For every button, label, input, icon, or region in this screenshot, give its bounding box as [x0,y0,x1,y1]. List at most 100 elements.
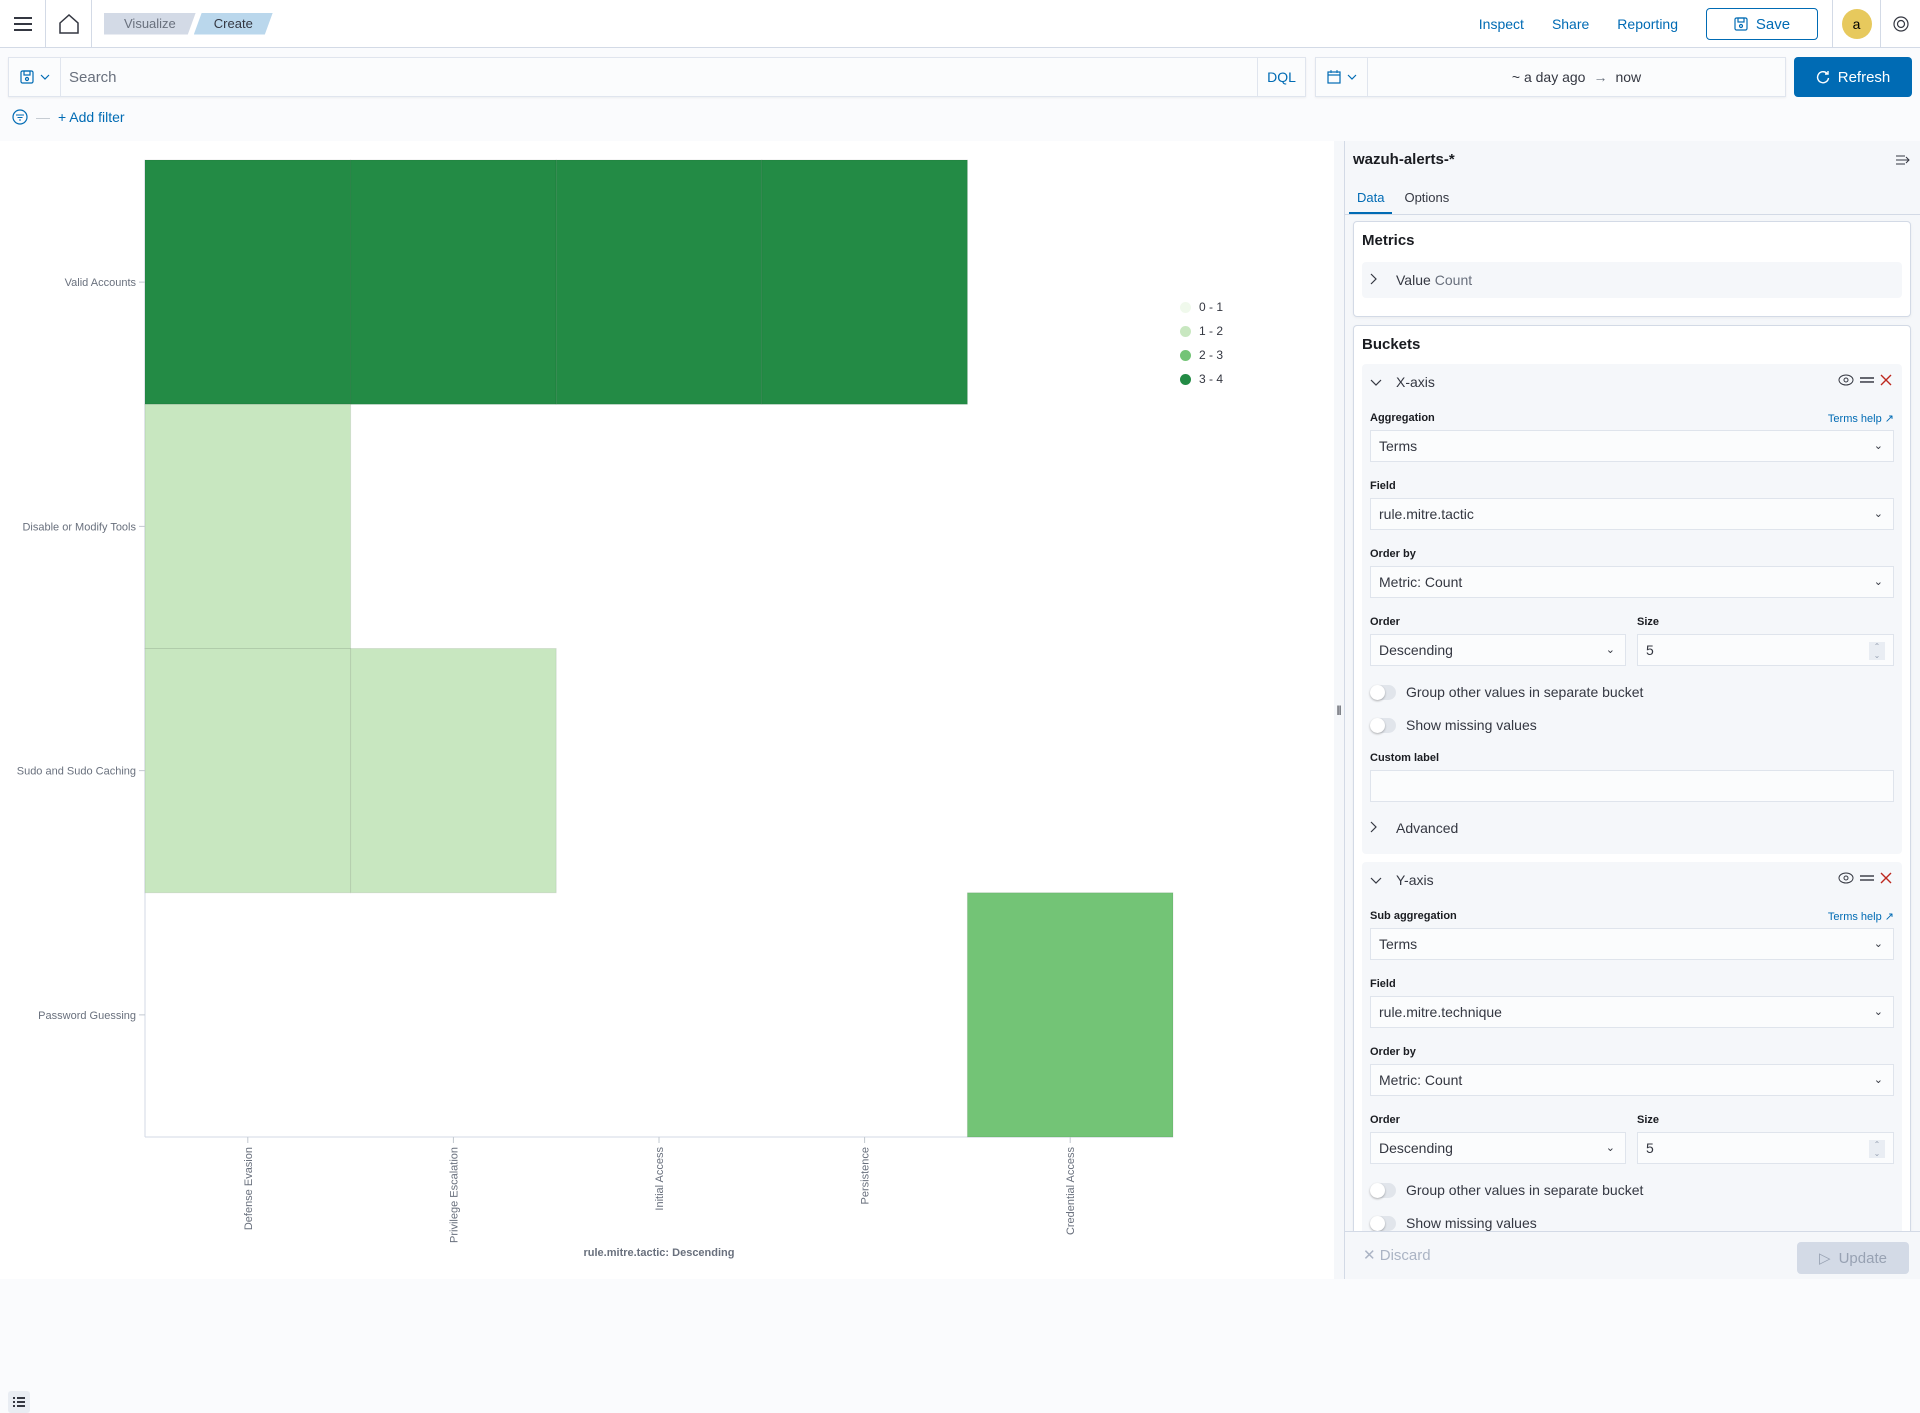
size-input[interactable]: 5 ⌃ ⌄ [1637,634,1894,666]
buckets-section: Buckets X-axis Aggregation Terms help ↗ … [1353,325,1911,1235]
heatmap-cell[interactable] [350,648,557,894]
order-select[interactable]: Descending ⌄ [1370,634,1626,666]
heatmap-cell[interactable] [144,403,352,649]
menu-button[interactable] [0,0,46,48]
menu-right-icon [1896,155,1910,165]
chevron-down-icon [1347,74,1356,80]
switch [1370,1182,1396,1198]
filter-separator: — [36,109,50,125]
help-button[interactable] [1880,0,1920,48]
breadcrumb-visualize[interactable]: Visualize [104,13,196,35]
custom-label-label: Custom label [1370,752,1440,764]
drag-grab-icon[interactable] [1860,376,1874,384]
x-tick-label: Credential Access [1065,1147,1077,1236]
legend-swatch [1180,349,1191,361]
remove-cross-icon[interactable] [1880,872,1892,884]
toggle-legend-button[interactable] [8,1391,30,1413]
user-avatar[interactable]: a [1841,9,1872,39]
aggregation-select[interactable]: Terms ⌄ [1370,430,1894,462]
aggregation-label: Aggregation [1370,412,1435,424]
chevron-down-icon [1370,872,1386,888]
legend-item[interactable]: 2 - 3 [1180,343,1223,367]
heatmap-cell[interactable] [761,159,968,405]
saved-query-button[interactable] [9,58,61,96]
sub-aggregation-label: Sub aggregation [1370,910,1457,922]
chevron-down-icon: ⌄ [1873,938,1883,950]
chevron-down-icon: ⌄ [1605,644,1615,656]
chevron-down-icon: ⌄ [1605,1142,1615,1154]
filter-icon[interactable] [12,109,28,125]
drag-grab-icon[interactable] [1860,874,1874,882]
terms-help-link[interactable]: Terms help ↗ [1828,412,1894,425]
heatmap-cell[interactable] [555,159,763,405]
time-end[interactable]: now [1615,69,1641,85]
show-missing-toggle[interactable]: Show missing values [1370,1215,1537,1231]
custom-label-input[interactable] [1370,770,1894,802]
sub-aggregation-select[interactable]: Terms ⌄ [1370,928,1894,960]
stepper-icon: ⌃ ⌄ [1869,642,1885,660]
add-filter-button[interactable]: + Add filter [58,109,125,125]
legend-item[interactable]: 0 - 1 [1180,295,1223,319]
save-icon [1734,17,1748,31]
legend-item[interactable]: 3 - 4 [1180,367,1223,391]
order-select[interactable]: Descending ⌄ [1370,1132,1626,1164]
tab-options[interactable]: Options [1396,181,1457,214]
heatmap-cell[interactable] [144,648,352,894]
refresh-icon [1816,71,1829,84]
group-other-toggle[interactable]: Group other values in separate bucket [1370,684,1643,700]
group-other-toggle[interactable]: Group other values in separate bucket [1370,1182,1643,1198]
query-bar: DQL [8,57,1306,97]
chevron-down-icon: ⌄ [1873,576,1883,588]
order-by-select[interactable]: Metric: Count ⌄ [1370,1064,1894,1096]
remove-cross-icon[interactable] [1880,374,1892,386]
cross-icon: ✕ [1363,1247,1376,1264]
time-range[interactable]: ~ a day ago → now [1368,69,1785,85]
heatmap-cell[interactable] [144,159,352,405]
order-by-select[interactable]: Metric: Count ⌄ [1370,566,1894,598]
heatmap-cell[interactable] [350,159,557,405]
external-link-icon: ↗ [1884,911,1894,923]
legend-item[interactable]: 1 - 2 [1180,319,1223,343]
switch [1370,717,1396,733]
tab-data[interactable]: Data [1349,181,1393,214]
search-input[interactable] [61,58,1257,96]
calendar-icon [1326,70,1341,84]
home-button[interactable] [46,0,92,48]
save-icon [19,70,34,84]
x-tick-label: Initial Access [654,1147,666,1211]
legend-label: 1 - 2 [1199,324,1224,338]
eye-icon[interactable] [1838,872,1854,884]
chevron-down-icon [1370,374,1386,390]
field-select[interactable]: rule.mitre.technique ⌄ [1370,996,1894,1028]
x-axis-toggle[interactable]: X-axis [1362,364,1902,400]
query-language-button[interactable]: DQL [1257,58,1305,96]
inspect-link[interactable]: Inspect [1479,16,1524,32]
refresh-button[interactable]: Refresh [1794,57,1912,97]
y-axis-title: Y-axis [1396,872,1434,888]
show-missing-toggle[interactable]: Show missing values [1370,717,1537,733]
advanced-toggle[interactable]: Advanced [1362,810,1458,846]
update-button[interactable]: ▷ Update [1797,1242,1909,1274]
field-select[interactable]: rule.mitre.tactic ⌄ [1370,498,1894,530]
chevron-right-icon [1370,820,1386,836]
size-input[interactable]: 5 ⌃ ⌄ [1637,1132,1894,1164]
drag-handle-icon: ‖ [1336,702,1342,718]
reporting-link[interactable]: Reporting [1617,16,1678,32]
share-link[interactable]: Share [1552,16,1589,32]
help-lifebuoy-icon [1892,16,1909,32]
quick-select-button[interactable] [1316,58,1368,96]
discard-button[interactable]: ✕ Discard [1363,1246,1431,1264]
panel-resize-handle[interactable]: ‖ [1334,141,1344,1279]
y-axis-toggle[interactable]: Y-axis [1362,862,1902,898]
legend-swatch [1180,301,1191,313]
eye-icon[interactable] [1838,374,1854,386]
metric-value-count[interactable]: Value Count [1362,262,1902,298]
field-label: Field [1370,978,1396,990]
save-button[interactable]: Save [1706,8,1818,40]
x-tick-label: Persistence [860,1147,872,1204]
collapse-sidebar-button[interactable] [1896,153,1910,171]
legend-swatch [1180,373,1191,385]
time-start[interactable]: ~ a day ago [1512,69,1586,85]
heatmap-cell[interactable] [966,892,1174,1138]
terms-help-link[interactable]: Terms help ↗ [1828,910,1894,923]
